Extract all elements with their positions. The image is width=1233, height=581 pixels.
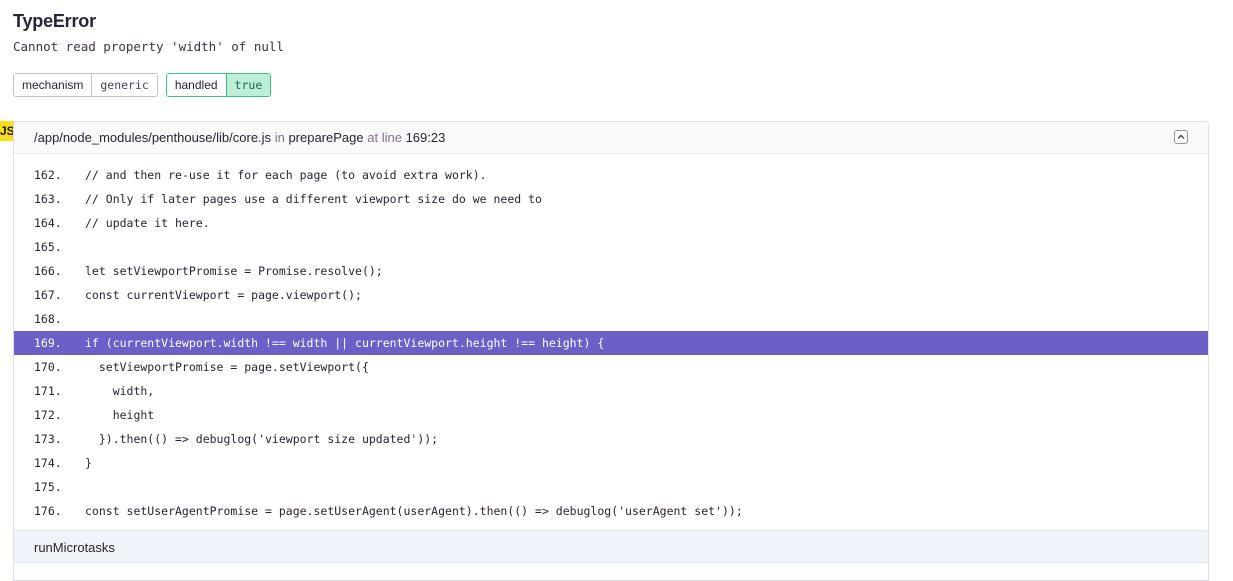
code-line: 164. // update it here. (14, 211, 1208, 235)
tag-key: mechanism (14, 74, 93, 96)
line-number: 164. (34, 216, 62, 230)
line-number: 168. (34, 312, 62, 326)
chevron-up-icon[interactable] (1174, 130, 1188, 144)
line-number: 165. (34, 240, 62, 254)
code-line: 166. let setViewportPromise = Promise.res… (14, 259, 1208, 283)
stack-frame-collapsed[interactable]: runMicrotasks (14, 530, 1208, 563)
exception-type: TypeError (13, 11, 96, 31)
code-line-highlighted: 169. if (currentViewport.width !== width … (14, 331, 1208, 355)
line-source: // update it here. (85, 216, 210, 230)
code-line: 162. // and then re-use it for each page … (14, 163, 1208, 187)
stack-frame: /app/node_modules/penthouse/lib/core.js … (13, 121, 1209, 581)
line-source: setViewportPromise = page.setViewport({ (85, 360, 369, 374)
mechanism-tags: mechanism generic handled true (13, 73, 272, 97)
line-source: if (currentViewport.width !== width || c… (85, 336, 605, 350)
line-source: width, (85, 384, 155, 398)
tag-value: generic (92, 74, 157, 96)
line-source: // and then re-use it for each page (to … (85, 168, 487, 182)
line-number: 176. (34, 504, 62, 518)
code-line: 172. height (14, 403, 1208, 427)
code-line: 174.} (14, 451, 1208, 475)
line-number: 163. (34, 192, 62, 206)
line-number: 171. (34, 384, 62, 398)
code-line: 171. width, (14, 379, 1208, 403)
line-number: 167. (34, 288, 62, 302)
frame-filename: /app/node_modules/penthouse/lib/core.js (34, 130, 272, 145)
code-line: 165. (14, 235, 1208, 259)
tag-key: handled (166, 74, 227, 96)
platform-js-badge: JS (0, 121, 14, 141)
code-line: 168. (14, 307, 1208, 331)
stack-frame-header[interactable]: /app/node_modules/penthouse/lib/core.js … (14, 122, 1208, 154)
frame-function: runMicrotasks (34, 540, 115, 555)
line-number: 169. (34, 336, 62, 350)
code-context: 162. // and then re-use it for each page … (14, 163, 1208, 523)
frame-at-line-label: at line (367, 130, 402, 145)
code-line: 163. // Only if later pages use a differe… (14, 187, 1208, 211)
tag-value: true (226, 74, 271, 96)
line-source: const currentViewport = page.viewport(); (85, 288, 362, 302)
frame-in-label: in (274, 130, 285, 145)
frame-function: preparePage (288, 130, 364, 145)
line-number: 173. (34, 432, 62, 446)
tag-mechanism[interactable]: mechanism generic (13, 73, 158, 97)
line-number: 172. (34, 408, 62, 422)
frame-location: /app/node_modules/penthouse/lib/core.js … (34, 130, 445, 145)
code-line: 170. setViewportPromise = page.setViewpo… (14, 355, 1208, 379)
line-source: let setViewportPromise = Promise.resolve… (85, 264, 383, 278)
tag-handled[interactable]: handled true (165, 73, 272, 97)
line-source: const setUserAgentPromise = page.setUser… (85, 504, 743, 518)
line-number: 175. (34, 480, 62, 494)
code-line: 173. }).then(() => debuglog('viewport si… (14, 427, 1208, 451)
code-line: 176. const setUserAgentPromise = page.set… (14, 499, 1208, 523)
line-number: 166. (34, 264, 62, 278)
line-source: }).then(() => debuglog('viewport size up… (85, 432, 439, 446)
line-number: 174. (34, 456, 62, 470)
exception-message: Cannot read property 'width' of null (13, 39, 284, 54)
frame-line-number: 169:23 (405, 130, 446, 145)
line-source: // Only if later pages use a different v… (85, 192, 542, 206)
line-source: height (85, 408, 155, 422)
line-source: } (85, 456, 92, 470)
line-number: 170. (34, 360, 62, 374)
code-line: 175. (14, 475, 1208, 499)
code-line: 167. const currentViewport = page.viewpor… (14, 283, 1208, 307)
line-number: 162. (34, 168, 62, 182)
